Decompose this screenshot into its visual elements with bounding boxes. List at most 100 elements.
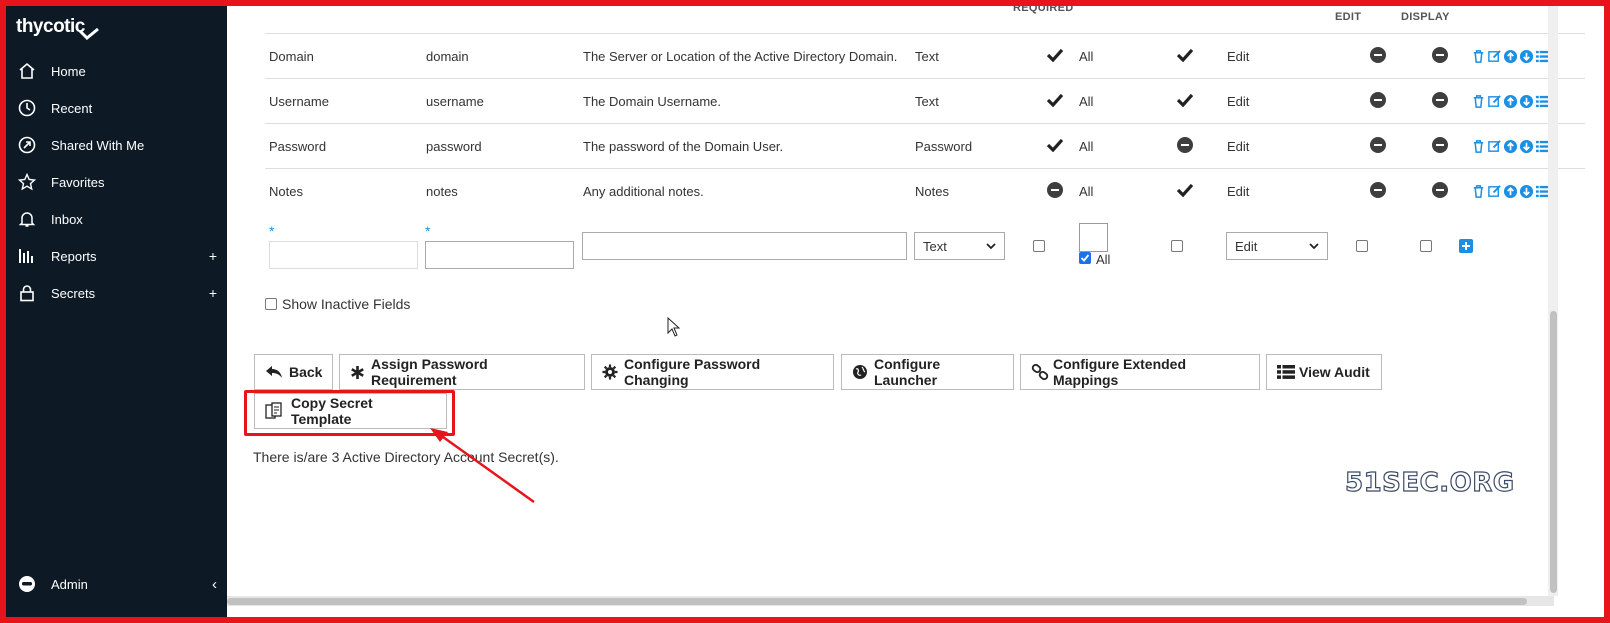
bell-icon xyxy=(17,209,37,229)
checkmark-icon xyxy=(1177,93,1193,107)
sidebar-item-label: Home xyxy=(51,63,86,79)
minus-circle-icon xyxy=(1370,136,1386,153)
link-icon xyxy=(1031,364,1049,380)
sidebar-item-favorites[interactable]: Favorites xyxy=(6,167,227,197)
trash-icon[interactable] xyxy=(1471,139,1486,154)
trash-icon[interactable] xyxy=(1471,184,1486,199)
sidebar-item-shared-with-me[interactable]: Shared With Me xyxy=(6,130,227,160)
arrow-down-circle-icon[interactable] xyxy=(1519,94,1534,109)
field-description: The Server or Location of the Active Dir… xyxy=(583,48,898,64)
horizontal-scroll-thumb[interactable] xyxy=(227,598,1527,605)
new-field-display-checkbox[interactable] xyxy=(1420,240,1432,252)
sidebar-user-admin[interactable]: Admin ‹ xyxy=(6,569,227,599)
chevron-down-icon xyxy=(1309,242,1319,249)
header-display: DISPLAY xyxy=(1401,11,1450,23)
field-name: Notes xyxy=(269,183,303,199)
horizontal-scrollbar[interactable] xyxy=(227,596,1554,606)
new-field-searchable-checkbox[interactable] xyxy=(1171,240,1183,252)
new-field-description-input[interactable] xyxy=(582,232,907,260)
minus-circle-icon xyxy=(1370,181,1386,198)
configure-password-changing-label: Configure Password Changing xyxy=(624,356,761,388)
field-access: All xyxy=(1079,93,1094,109)
arrow-up-circle-icon[interactable] xyxy=(1503,139,1518,154)
list-icon xyxy=(1277,365,1295,379)
new-field-type-select[interactable]: Text xyxy=(914,232,1005,260)
edit-icon[interactable] xyxy=(1487,94,1502,109)
header-edit: EDIT xyxy=(1335,11,1362,23)
edit-icon[interactable] xyxy=(1487,49,1502,64)
table-row: Domain domain The Server or Location of th… xyxy=(265,33,1585,79)
sidebar-item-recent[interactable]: Recent xyxy=(6,93,227,123)
new-field-required-checkbox[interactable] xyxy=(1033,240,1045,252)
bar-chart-icon xyxy=(17,246,37,266)
configure-extended-mappings-button[interactable]: Configure Extended Mappings xyxy=(1020,354,1260,390)
field-editable: Edit xyxy=(1227,48,1250,64)
minus-circle-icon xyxy=(1370,46,1386,63)
avatar xyxy=(17,574,37,594)
field-name: Username xyxy=(269,93,329,109)
expand-icon[interactable]: + xyxy=(209,285,217,301)
all-access-checkbox[interactable] xyxy=(1079,252,1091,264)
checkmark-icon xyxy=(1047,138,1063,152)
vertical-scrollbar[interactable] xyxy=(1548,6,1558,596)
required-star: * xyxy=(269,223,275,239)
arrow-up-circle-icon[interactable] xyxy=(1503,184,1518,199)
sidebar-item-label: Recent xyxy=(51,100,93,116)
field-type: Notes xyxy=(915,183,949,199)
row-actions xyxy=(1471,94,1581,109)
sidebar-item-label: Inbox xyxy=(51,211,83,227)
sidebar-item-secrets[interactable]: Secrets + xyxy=(6,278,227,308)
arrow-down-circle-icon[interactable] xyxy=(1519,184,1534,199)
vertical-scroll-thumb[interactable] xyxy=(1550,311,1557,593)
gear-icon xyxy=(602,364,618,380)
minus-circle-icon xyxy=(1370,91,1386,108)
arrow-down-circle-icon[interactable] xyxy=(1519,49,1534,64)
new-field-edit-checkbox[interactable] xyxy=(1356,240,1368,252)
asterisk-icon xyxy=(350,365,365,380)
fields-table: Domain domain The Server or Location of th… xyxy=(265,33,1585,213)
arrow-up-circle-icon[interactable] xyxy=(1503,94,1518,109)
expand-icon[interactable]: + xyxy=(209,248,217,264)
arrow-up-circle-icon[interactable] xyxy=(1503,49,1518,64)
chevron-down-icon xyxy=(986,242,996,249)
checkmark-icon xyxy=(1047,93,1063,107)
sidebar-item-inbox[interactable]: Inbox xyxy=(6,204,227,234)
field-access: All xyxy=(1079,48,1094,64)
show-inactive-checkbox[interactable] xyxy=(265,298,277,310)
thycotic-logo[interactable]: thycotic xyxy=(16,16,99,40)
sidebar-item-label: Shared With Me xyxy=(51,137,145,153)
show-inactive-label: Show Inactive Fields xyxy=(282,296,411,312)
access-list-box[interactable] xyxy=(1079,223,1108,252)
edit-icon[interactable] xyxy=(1487,184,1502,199)
new-field-name-input[interactable] xyxy=(269,241,418,269)
assign-password-requirement-button[interactable]: Assign Password Requirement xyxy=(339,354,585,390)
minus-circle-icon xyxy=(1432,181,1448,198)
user-name: Admin xyxy=(51,576,88,592)
configure-password-changing-button[interactable]: Configure Password Changing xyxy=(591,354,834,390)
undo-arrow-icon xyxy=(265,365,283,379)
annotation-arrow-icon xyxy=(430,428,535,504)
home-icon xyxy=(17,61,37,81)
lock-icon xyxy=(17,283,37,303)
new-field-editable-select[interactable]: Edit xyxy=(1226,232,1328,260)
sidebar-item-home[interactable]: Home xyxy=(6,56,227,86)
minus-circle-icon xyxy=(1432,91,1448,108)
checkmark-icon xyxy=(1177,48,1193,62)
minus-circle-icon xyxy=(1432,136,1448,153)
field-editable: Edit xyxy=(1227,93,1250,109)
edit-icon[interactable] xyxy=(1487,139,1502,154)
new-field-slug-input[interactable] xyxy=(425,241,574,269)
sidebar: thycotic Home Recent Shared With Me Favo… xyxy=(6,6,227,617)
sidebar-item-label: Reports xyxy=(51,248,97,264)
configure-launcher-button[interactable]: Configure Launcher xyxy=(841,354,1014,390)
view-audit-button[interactable]: View Audit xyxy=(1266,354,1382,390)
main-content: REQUIRED EDIT DISPLAY Domain domain The Se… xyxy=(227,6,1604,617)
add-field-icon[interactable] xyxy=(1459,239,1473,253)
back-button[interactable]: Back xyxy=(254,354,333,390)
arrow-down-circle-icon[interactable] xyxy=(1519,139,1534,154)
trash-icon[interactable] xyxy=(1471,49,1486,64)
field-slug: username xyxy=(426,93,484,109)
collapse-chevron-icon[interactable]: ‹ xyxy=(212,576,217,593)
sidebar-item-reports[interactable]: Reports + xyxy=(6,241,227,271)
trash-icon[interactable] xyxy=(1471,94,1486,109)
